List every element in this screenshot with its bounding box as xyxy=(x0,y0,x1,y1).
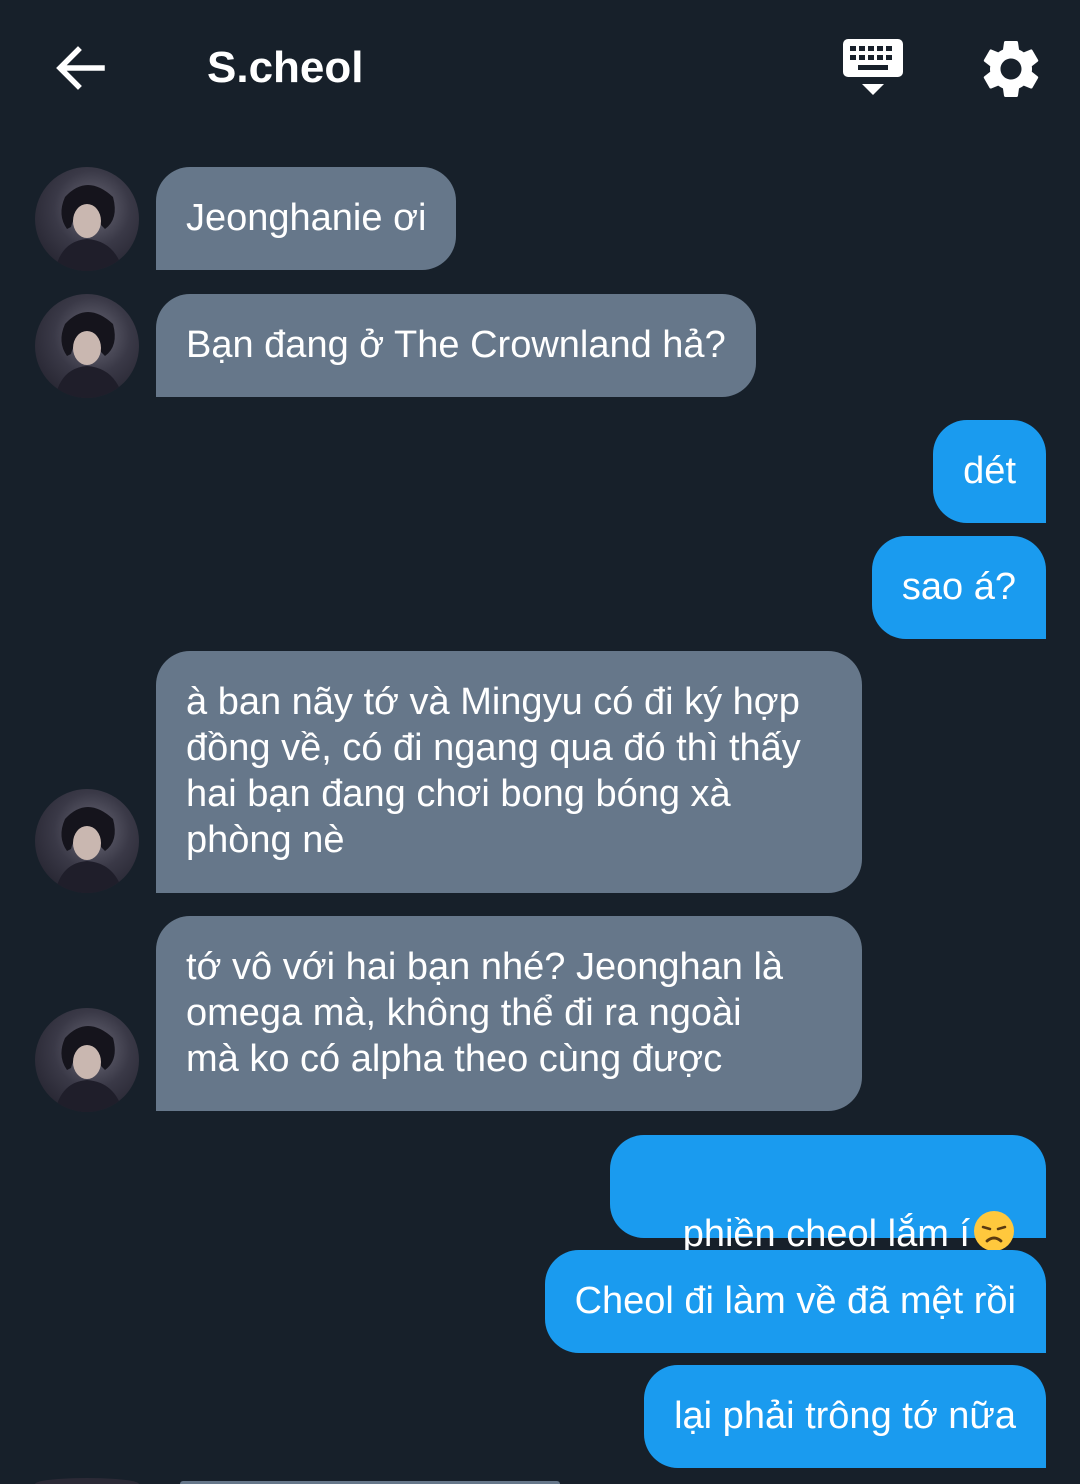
message-bubble-incoming[interactable]: Jeonghanie ơi xyxy=(156,167,457,270)
avatar[interactable] xyxy=(35,789,139,893)
avatar[interactable] xyxy=(35,294,139,398)
person-silhouette xyxy=(55,1026,123,1112)
message-bubble-outgoing[interactable]: dét xyxy=(933,420,1046,523)
message-bubble-outgoing[interactable]: sao á? xyxy=(871,536,1046,639)
message-list[interactable]: Jeonghanie ơi Bạn đang ở The Crownland h… xyxy=(0,0,1080,1484)
next-message-partial xyxy=(35,1478,560,1484)
message-text: phiền cheol lắm í xyxy=(682,1213,970,1255)
person-silhouette xyxy=(55,807,123,893)
message-bubble-outgoing[interactable]: lại phải trông tớ nữa xyxy=(644,1365,1046,1468)
person-silhouette xyxy=(55,312,123,398)
avatar[interactable] xyxy=(35,1008,139,1112)
avatar[interactable] xyxy=(35,167,139,271)
message-bubble-incoming[interactable]: tớ vô với hai bạn nhé? Jeonghan là omega… xyxy=(156,916,862,1111)
message-bubble-outgoing[interactable]: phiền cheol lắm í xyxy=(610,1135,1046,1255)
message-bubble-incoming[interactable]: Bạn đang ở The Crownland hả? xyxy=(156,294,756,397)
message-bubble-outgoing[interactable]: Cheol đi làm về đã mệt rồi xyxy=(544,1250,1046,1353)
disappointed-face-emoji xyxy=(974,1211,1014,1251)
message-bubble-incoming[interactable]: à ban nãy tớ và Mingyu có đi ký hợp đồng… xyxy=(156,651,862,893)
person-silhouette xyxy=(55,185,123,271)
